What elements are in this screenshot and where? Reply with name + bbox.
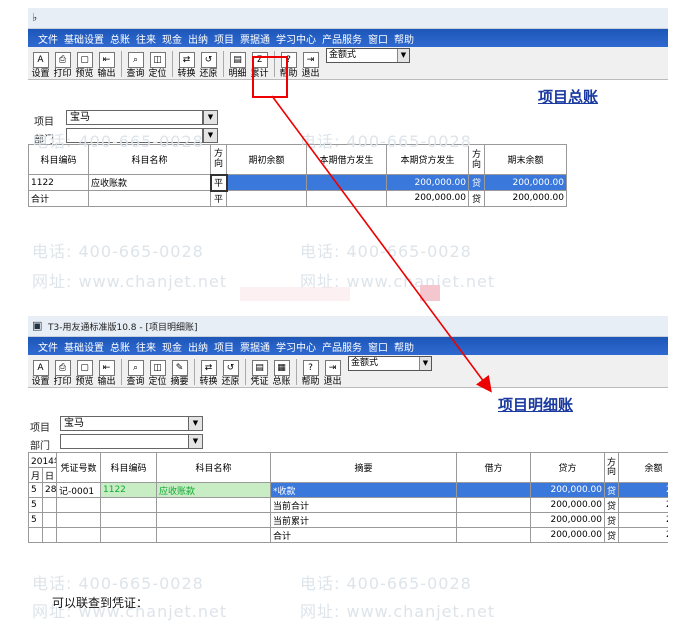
annotation-arrow <box>271 95 492 393</box>
caption-text: 可以联查到凭证： <box>52 596 149 610</box>
